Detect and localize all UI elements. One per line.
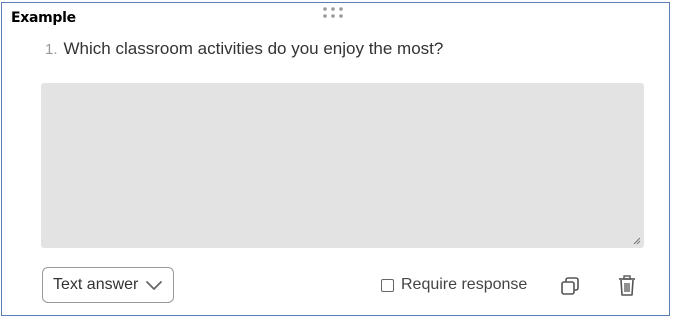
- trash-icon[interactable]: [618, 275, 636, 297]
- answer-type-dropdown[interactable]: Text answer: [42, 267, 174, 303]
- question-card: Example 1. Which classroom activities do …: [1, 2, 670, 316]
- require-response-label: Require response: [401, 276, 528, 293]
- require-response-checkbox[interactable]: [381, 278, 394, 292]
- answer-type-label: Text answer: [53, 276, 139, 293]
- question-title[interactable]: 1. Which classroom activities do you enjo…: [45, 39, 443, 59]
- drag-handle-icon[interactable]: [321, 6, 347, 20]
- question-number: 1.: [45, 41, 58, 58]
- card-label: Example: [11, 10, 76, 26]
- answer-textarea[interactable]: [41, 83, 644, 248]
- question-text: Which classroom activities do you enjoy …: [63, 39, 444, 58]
- require-response-toggle[interactable]: Require response: [381, 276, 527, 294]
- chevron-down-icon: [145, 278, 163, 292]
- copy-icon[interactable]: [560, 276, 580, 296]
- resize-grip-icon[interactable]: [633, 237, 641, 245]
